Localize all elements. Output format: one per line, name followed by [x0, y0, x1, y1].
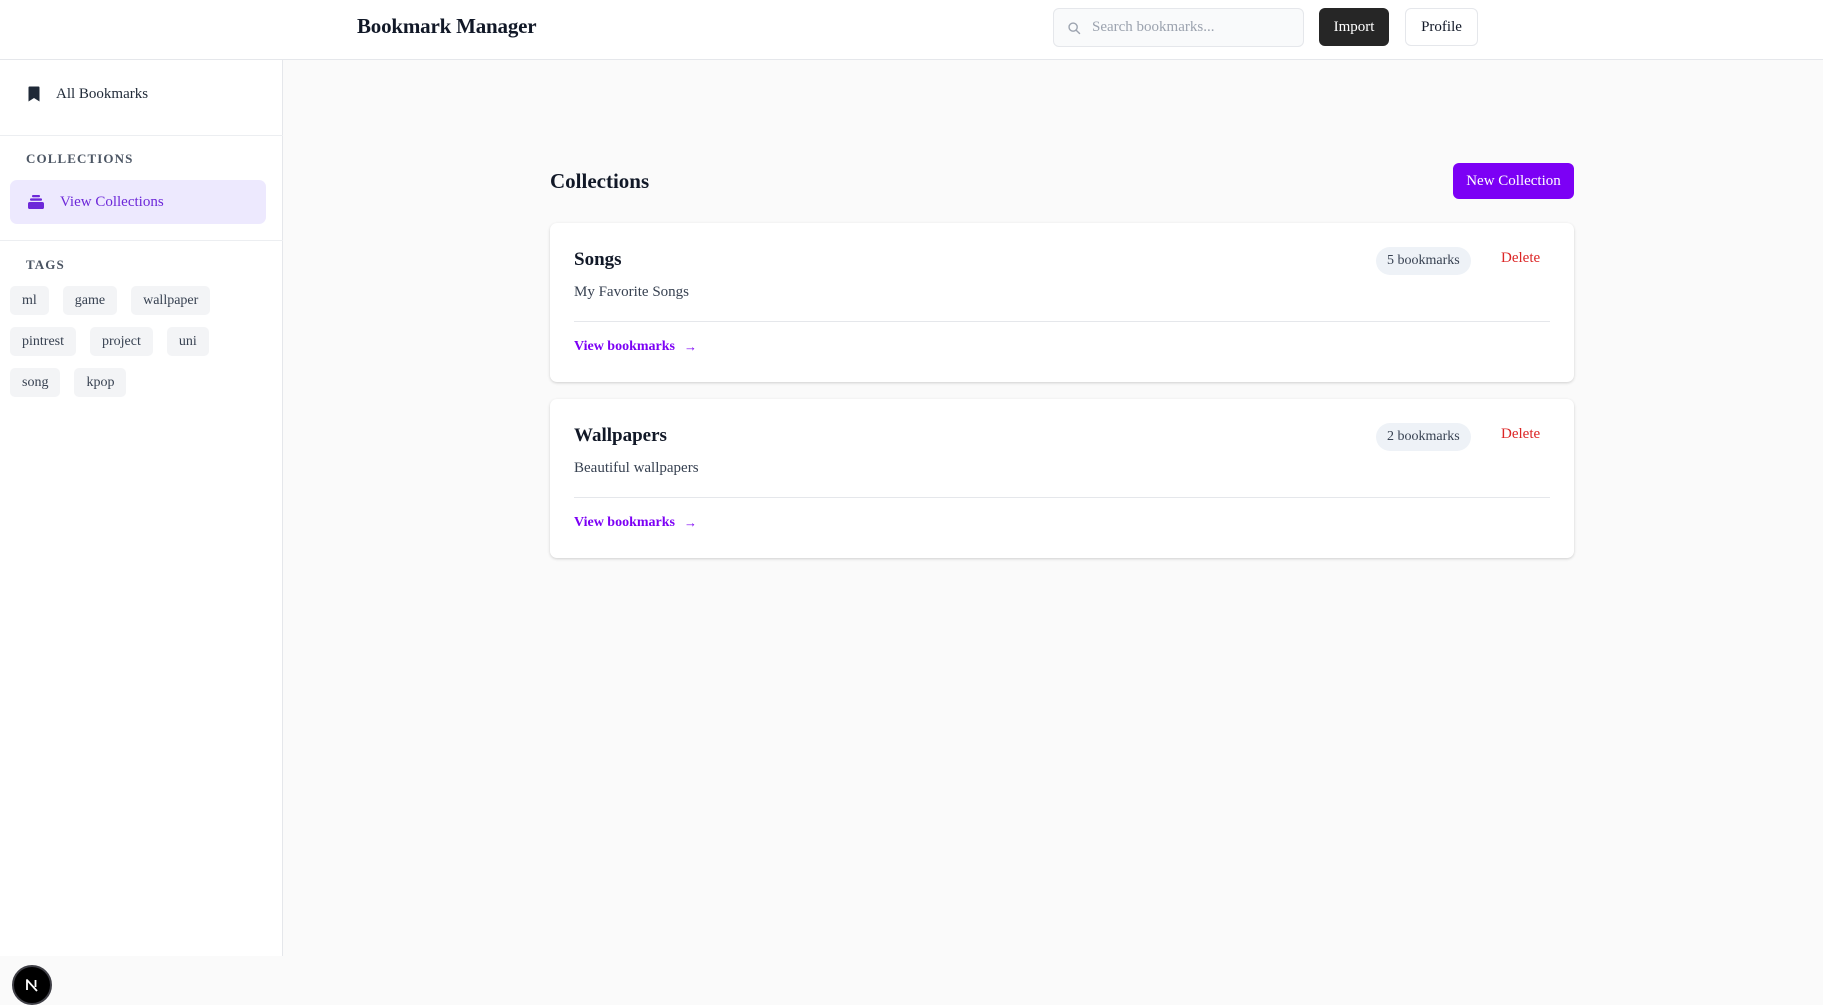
sidebar-item-all-bookmarks[interactable]: All Bookmarks [10, 76, 266, 112]
tag-chip[interactable]: game [62, 286, 118, 315]
collections-heading: COLLECTIONS [26, 151, 134, 166]
sidebar-divider [0, 135, 283, 136]
delete-collection-button[interactable]: Delete [1501, 426, 1540, 443]
search-icon [1068, 21, 1081, 34]
collection-name: Songs [574, 249, 622, 270]
search-box[interactable] [1053, 8, 1304, 47]
delete-collection-button[interactable]: Delete [1501, 250, 1540, 267]
tags-heading: TAGS [26, 257, 65, 272]
profile-button[interactable]: Profile [1405, 8, 1478, 46]
collection-description: Beautiful wallpapers [574, 460, 699, 476]
import-button[interactable]: Import [1319, 8, 1389, 46]
sidebar-divider [0, 240, 283, 241]
view-bookmarks-label: View bookmarks [574, 515, 675, 530]
new-collection-button[interactable]: New Collection [1453, 163, 1574, 199]
tag-chip[interactable]: pintrest [10, 327, 76, 356]
page-title: Collections [550, 169, 650, 193]
tag-chip[interactable]: kpop [74, 368, 127, 397]
bookmark-count-badge: 2 bookmarks [1376, 423, 1471, 451]
view-bookmarks-label: View bookmarks [574, 339, 675, 354]
arrow-right-icon: → [684, 339, 697, 354]
collection-description: My Favorite Songs [574, 284, 690, 300]
nextjs-logo-icon[interactable] [12, 965, 52, 1005]
card-divider [574, 321, 1550, 322]
tag-chip[interactable]: project [90, 327, 153, 356]
stack-icon [28, 195, 44, 209]
card-divider [574, 497, 1550, 498]
collection-card: Songs 5 bookmarks Delete My Favorite Son… [550, 223, 1574, 382]
sidebar-item-label: All Bookmarks [56, 85, 149, 102]
tag-chip[interactable]: uni [166, 327, 209, 356]
view-bookmarks-link[interactable]: View bookmarks → [574, 515, 697, 531]
tag-list: ml game wallpaper pintrest project uni s… [10, 286, 266, 397]
bookmark-icon [28, 86, 40, 102]
tag-chip[interactable]: wallpaper [131, 286, 211, 315]
search-input[interactable] [1090, 18, 1290, 37]
top-header: Bookmark Manager Import Profile [0, 0, 1823, 60]
tag-chip[interactable]: ml [10, 286, 49, 315]
collection-name: Wallpapers [574, 425, 667, 446]
arrow-right-icon: → [684, 515, 697, 530]
sidebar-item-view-collections[interactable]: View Collections [10, 180, 266, 224]
collection-card: Wallpapers 2 bookmarks Delete Beautiful … [550, 399, 1574, 558]
bookmark-count-badge: 5 bookmarks [1376, 247, 1471, 275]
tag-chip[interactable]: song [10, 368, 61, 397]
app-title: Bookmark Manager [357, 14, 537, 38]
sidebar-item-label: View Collections [60, 193, 164, 210]
sidebar: All Bookmarks COLLECTIONS View Collectio… [0, 60, 283, 1005]
view-bookmarks-link[interactable]: View bookmarks → [574, 339, 697, 355]
